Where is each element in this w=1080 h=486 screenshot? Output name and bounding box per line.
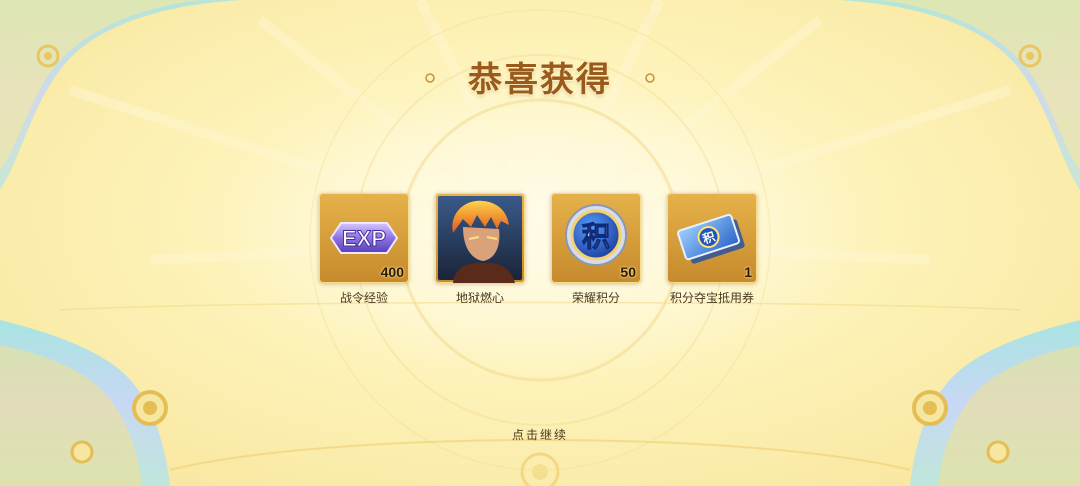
reward-frame: EXP 400 — [319, 193, 409, 283]
reward-item-honor-points[interactable]: 积 50 荣耀积分 — [548, 193, 644, 306]
reward-count: 50 — [620, 264, 636, 280]
reward-label: 战令经验 — [339, 291, 388, 305]
reward-count: 400 — [380, 264, 404, 280]
svg-text:积: 积 — [582, 220, 610, 253]
title-congratulations: 恭喜获得 — [468, 60, 612, 100]
reward-label: 地狱燃心 — [455, 291, 504, 305]
reward-frame — [435, 193, 525, 283]
reward-popup[interactable]: 恭喜获得 EXP 400 战令经验 地狱燃心 积 50 荣耀积分 积 1 积分夺… — [0, 0, 1080, 486]
hero-portrait-icon — [438, 196, 522, 283]
reward-frame: 积 1 — [667, 193, 757, 283]
reward-item-voucher[interactable]: 积 1 积分夺宝抵用券 — [664, 193, 760, 306]
reward-item-exp[interactable]: EXP 400 战令经验 — [316, 193, 412, 306]
reward-item-hero[interactable]: 地狱燃心 — [432, 193, 528, 306]
tap-to-continue[interactable]: 点击继续 — [0, 426, 1080, 443]
reward-label: 积分夺宝抵用券 — [669, 291, 754, 305]
svg-text:EXP: EXP — [342, 226, 386, 251]
reward-label: 荣耀积分 — [571, 291, 620, 305]
reward-count: 1 — [744, 264, 752, 280]
reward-frame: 积 50 — [551, 193, 641, 283]
